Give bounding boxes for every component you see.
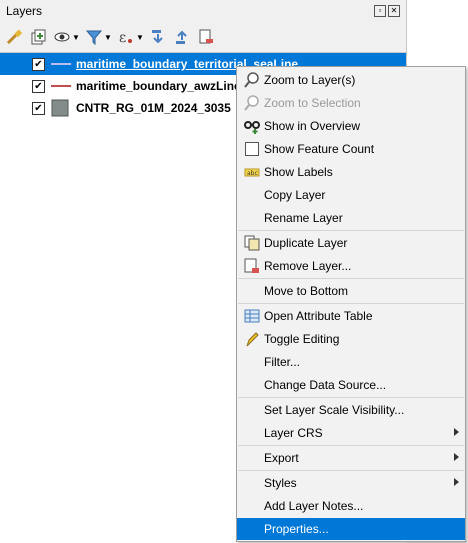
menu-item-label: Filter... xyxy=(264,355,301,369)
menu-item-rename-layer[interactable]: Rename Layer xyxy=(237,207,465,229)
panel-title: Layers xyxy=(6,4,43,18)
layer-name: CNTR_RG_01M_2024_3035 xyxy=(76,101,231,115)
menu-item-show-labels[interactable]: abc Show Labels xyxy=(237,161,465,183)
layer-context-menu: Zoom to Layer(s) Zoom to Selection Show … xyxy=(236,66,466,542)
menu-item-label: Copy Layer xyxy=(264,188,326,202)
menu-item-label: Change Data Source... xyxy=(264,378,387,392)
menu-item-change-data-source[interactable]: Change Data Source... xyxy=(237,374,465,396)
submenu-arrow-icon xyxy=(454,478,459,486)
layer-name: maritime_boundary_awzLine xyxy=(76,79,241,93)
zoom-selection-icon xyxy=(244,95,259,111)
menu-item-label: Styles xyxy=(264,476,297,490)
remove-layer-icon[interactable] xyxy=(196,27,216,47)
labels-icon: abc xyxy=(244,168,260,177)
menu-item-label: Duplicate Layer xyxy=(264,236,348,250)
menu-item-filter[interactable]: Filter... xyxy=(237,351,465,373)
menu-item-label: Toggle Editing xyxy=(264,332,340,346)
menu-item-show-in-overview[interactable]: Show in Overview xyxy=(237,115,465,137)
menu-item-toggle-editing[interactable]: Toggle Editing xyxy=(237,328,465,350)
menu-item-show-feature-count[interactable]: Show Feature Count xyxy=(237,138,465,160)
style-manager-icon[interactable] xyxy=(4,27,24,47)
menu-item-label: Layer CRS xyxy=(264,426,323,440)
menu-item-label: Set Layer Scale Visibility... xyxy=(264,403,405,417)
menu-item-open-attribute-table[interactable]: Open Attribute Table xyxy=(237,305,465,327)
pencil-icon xyxy=(246,332,259,347)
collapse-all-icon[interactable] xyxy=(172,27,192,47)
menu-item-export[interactable]: Export xyxy=(237,447,465,469)
menu-item-label: Remove Layer... xyxy=(264,259,352,273)
menu-item-label: Rename Layer xyxy=(264,211,343,225)
float-panel-icon[interactable]: ▫ xyxy=(374,5,386,17)
menu-separator xyxy=(238,445,464,446)
chevron-down-icon[interactable]: ▼ xyxy=(104,27,112,47)
feature-count-checkbox[interactable] xyxy=(245,142,259,156)
menu-item-label: Move to Bottom xyxy=(264,284,349,298)
submenu-arrow-icon xyxy=(454,453,459,461)
menu-item-set-scale-visibility[interactable]: Set Layer Scale Visibility... xyxy=(237,399,465,421)
fill-symbol-icon xyxy=(51,99,69,117)
menu-item-label: Show Feature Count xyxy=(264,142,375,156)
filter-legend-icon[interactable] xyxy=(84,27,104,47)
menu-separator xyxy=(238,303,464,304)
layers-toolbar: ▼ ▼ ε ▼ xyxy=(4,24,216,50)
panel-controls: ▫ ✕ xyxy=(374,5,400,17)
menu-item-layer-crs[interactable]: Layer CRS xyxy=(237,422,465,444)
menu-item-zoom-to-selection[interactable]: Zoom to Selection xyxy=(237,92,465,114)
menu-separator xyxy=(238,470,464,471)
menu-item-move-to-bottom[interactable]: Move to Bottom xyxy=(237,280,465,302)
layer-visibility-checkbox[interactable]: ✔ xyxy=(32,101,45,115)
menu-item-label: Open Attribute Table xyxy=(264,309,373,323)
add-group-icon[interactable] xyxy=(28,27,48,47)
menu-item-remove-layer[interactable]: Remove Layer... xyxy=(237,255,465,277)
menu-separator xyxy=(238,278,464,279)
zoom-icon xyxy=(244,72,259,88)
chevron-down-icon[interactable]: ▼ xyxy=(136,27,144,47)
menu-separator xyxy=(238,230,464,231)
menu-item-duplicate-layer[interactable]: Duplicate Layer xyxy=(237,232,465,254)
menu-item-properties[interactable]: Properties... xyxy=(237,518,465,540)
menu-item-label: Zoom to Layer(s) xyxy=(264,73,356,87)
menu-item-label: Show Labels xyxy=(264,165,333,179)
menu-item-copy-layer[interactable]: Copy Layer xyxy=(237,184,465,206)
svg-text:abc: abc xyxy=(247,170,258,177)
menu-item-label: Add Layer Notes... xyxy=(264,499,364,513)
menu-item-zoom-to-layer[interactable]: Zoom to Layer(s) xyxy=(237,69,465,91)
svg-text:ε: ε xyxy=(119,30,126,46)
menu-item-label: Properties... xyxy=(264,522,329,536)
menu-item-add-layer-notes[interactable]: Add Layer Notes... xyxy=(237,495,465,517)
menu-item-label: Export xyxy=(264,451,299,465)
menu-item-label: Zoom to Selection xyxy=(264,96,361,110)
expand-all-icon[interactable] xyxy=(148,27,168,47)
overview-glasses-icon xyxy=(244,121,260,134)
visibility-eye-icon[interactable] xyxy=(52,27,72,47)
duplicate-icon xyxy=(244,235,260,251)
remove-layer-icon xyxy=(244,258,259,273)
attribute-table-icon xyxy=(244,309,260,323)
layer-visibility-checkbox[interactable]: ✔ xyxy=(32,57,45,71)
menu-item-styles[interactable]: Styles xyxy=(237,472,465,494)
chevron-down-icon[interactable]: ▼ xyxy=(72,27,80,47)
menu-item-label: Show in Overview xyxy=(264,119,361,133)
line-symbol-icon xyxy=(51,63,71,65)
close-panel-icon[interactable]: ✕ xyxy=(388,5,400,17)
menu-separator xyxy=(238,397,464,398)
filter-expression-icon[interactable]: ε xyxy=(116,27,136,47)
line-symbol-icon xyxy=(51,85,71,87)
submenu-arrow-icon xyxy=(454,428,459,436)
layer-visibility-checkbox[interactable]: ✔ xyxy=(32,79,45,93)
